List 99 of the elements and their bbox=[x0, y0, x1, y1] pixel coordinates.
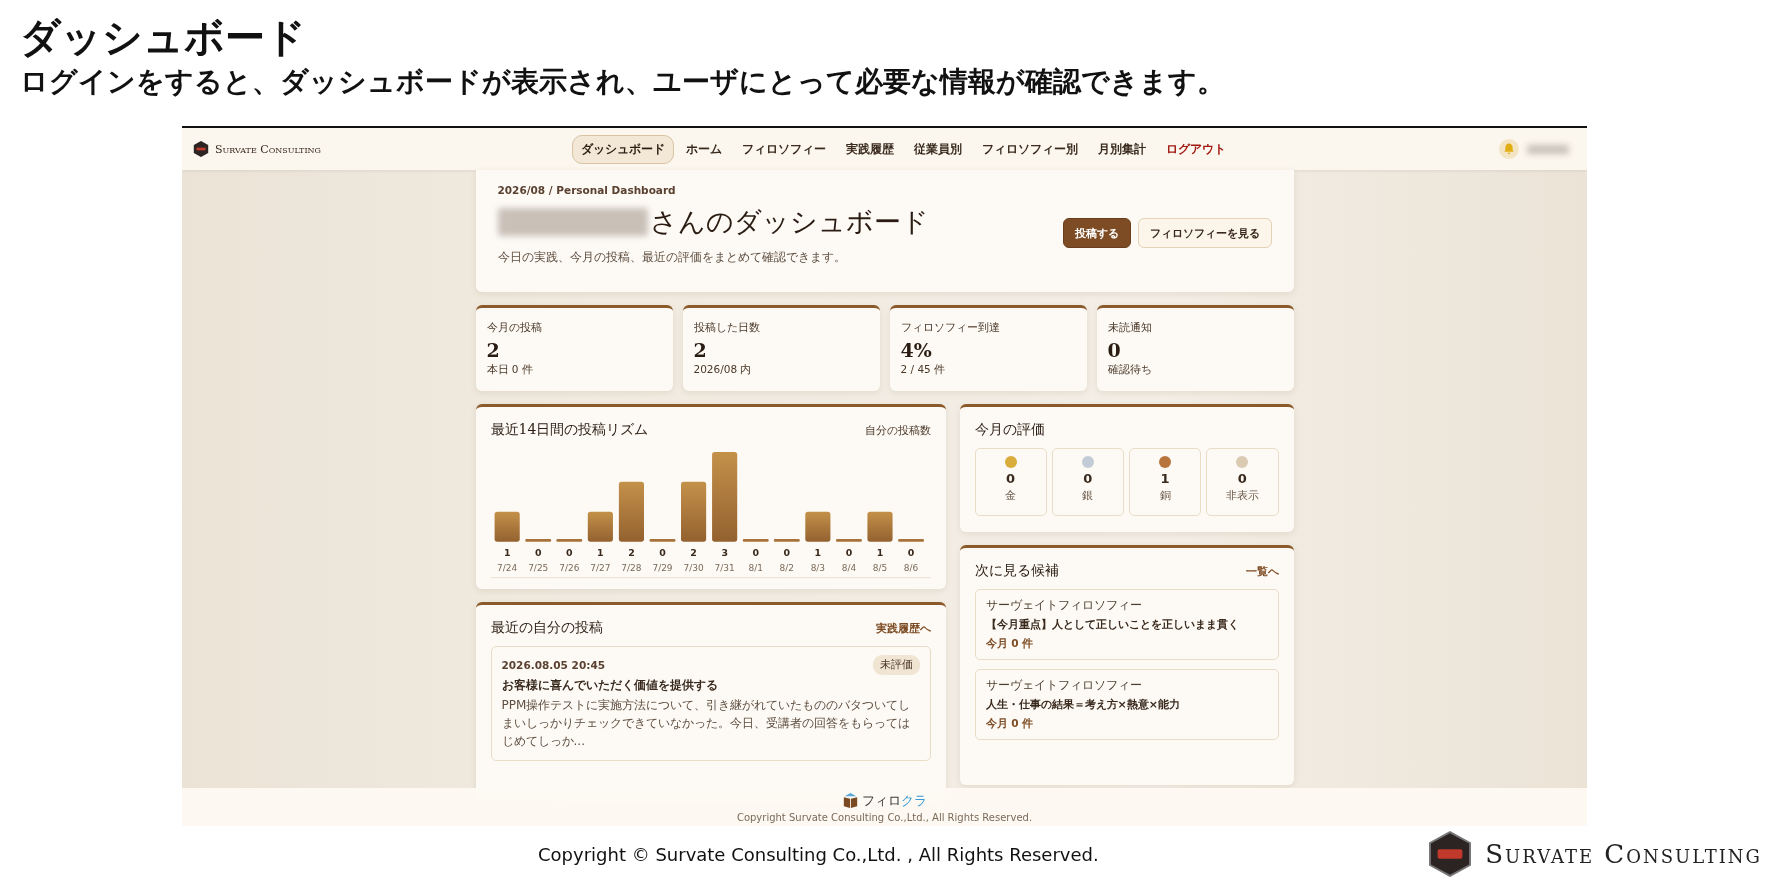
candidate-item[interactable]: サーヴェイトフィロソフィー 人生・仕事の結果＝考え方×熱意×能力 今月 0 件 bbox=[974, 669, 1279, 740]
axis-label: 7/26 bbox=[558, 563, 579, 574]
value-label: 3 bbox=[720, 547, 728, 559]
medal-label: 銀 bbox=[1082, 489, 1094, 503]
hexagon-logo-icon bbox=[1429, 831, 1472, 877]
medal-count: 0 bbox=[1083, 471, 1093, 486]
candidate-title: 【今月重点】人として正しいことを正しいまま貫く bbox=[985, 617, 1240, 633]
bar bbox=[804, 511, 830, 542]
medal-label: 銅 bbox=[1159, 489, 1171, 503]
history-link[interactable]: 実践履歴へ bbox=[875, 620, 931, 636]
post-title: お客様に喜んでいただく価値を提供する bbox=[501, 678, 719, 693]
nav-link[interactable]: 実践履歴 bbox=[838, 135, 902, 163]
list-link[interactable]: 一覧へ bbox=[1245, 563, 1279, 579]
axis-label: 7/25 bbox=[527, 563, 548, 574]
axis-label: 8/2 bbox=[779, 563, 794, 574]
stat-value: 4% bbox=[900, 339, 932, 361]
value-label: 1 bbox=[814, 547, 821, 559]
card-title: 次に見る候補 bbox=[974, 562, 1059, 580]
app-copyright: Copyright Survate Consulting Co.,Ltd., All Rights Reserved. bbox=[736, 811, 1033, 823]
bar bbox=[866, 511, 893, 542]
slide-title: ダッシュボード bbox=[20, 14, 307, 60]
axis-label: 8/1 bbox=[748, 563, 763, 574]
nav-link[interactable]: フィロソフィー bbox=[734, 135, 834, 163]
stat-label: 未読通知 bbox=[1107, 320, 1152, 335]
axis-label: 8/3 bbox=[810, 563, 825, 574]
stat-note: 本日 0 件 bbox=[486, 363, 533, 377]
stat-label: 今月の投稿 bbox=[486, 320, 542, 335]
redacted-user-name bbox=[1527, 144, 1569, 154]
card-title: 最近14日間の投稿リズム bbox=[490, 421, 649, 439]
hexagon-logo-icon bbox=[192, 140, 210, 158]
nav-link[interactable]: フィロソフィー別 bbox=[974, 135, 1086, 163]
status-badge: 未評価 bbox=[872, 655, 920, 675]
axis-label: 8/5 bbox=[872, 563, 887, 574]
value-label: 2 bbox=[689, 547, 697, 559]
value-label: 0 bbox=[751, 547, 759, 559]
medal-count: 1 bbox=[1160, 471, 1170, 486]
axis-label: 7/31 bbox=[714, 563, 735, 574]
stat-value: 2 bbox=[693, 339, 707, 361]
candidate-category: サーヴェイトフィロソフィー bbox=[985, 678, 1143, 693]
bar bbox=[494, 511, 520, 542]
value-label: 0 bbox=[845, 547, 852, 559]
medal-label: 非表示 bbox=[1225, 489, 1259, 503]
axis-label: 7/30 bbox=[683, 563, 704, 574]
medal-count: 0 bbox=[1237, 471, 1247, 486]
candidate-title: 人生・仕事の結果＝考え方×熱意×能力 bbox=[985, 697, 1181, 713]
candidate-item[interactable]: サーヴェイトフィロソフィー 【今月重点】人として正しいことを正しいまま貫く 今月 0 件 bbox=[974, 589, 1279, 660]
value-label: 1 bbox=[596, 547, 604, 559]
post-item[interactable]: 2026.08.05 20:45 未評価 お客様に喜んでいただく価値を提供する PPM操作テストに実施方法について、引き継がれていたもののバタついてしまいしっかりチェックできていなかった。今日、受講者の回答をもらってはじめてしっか... bbox=[490, 646, 931, 761]
nav-link[interactable]: ダッシュボード bbox=[572, 134, 674, 164]
slide-subtitle: ログインをすると、ダッシュボードが表示され、ユーザにとって必要な情報が確認できます。 bbox=[20, 64, 1226, 100]
value-label: 0 bbox=[783, 547, 790, 559]
nav-link[interactable]: 月別集計 bbox=[1090, 135, 1154, 163]
post-date: 2026.08.05 20:45 bbox=[501, 659, 605, 671]
card-title: 最近の自分の投稿 bbox=[490, 619, 603, 637]
action-button[interactable]: フィロソフィーを見る bbox=[1137, 218, 1272, 248]
axis-label: 7/29 bbox=[651, 563, 673, 574]
stat-note: 2 / 45 件 bbox=[900, 363, 946, 377]
candidate-count: 今月 0 件 bbox=[985, 717, 1035, 731]
stat-value: 0 bbox=[1107, 339, 1121, 361]
bar bbox=[680, 481, 706, 542]
stat-note: 2026/08 内 bbox=[693, 363, 752, 377]
medal-count: 0 bbox=[1006, 471, 1016, 486]
value-label: 0 bbox=[565, 547, 573, 559]
eyebrow-text: 2026/08 / Personal Dashboard bbox=[497, 184, 677, 196]
card-title: 今月の評価 bbox=[974, 421, 1046, 439]
medal-label: 金 bbox=[1005, 489, 1017, 503]
value-label: 2 bbox=[627, 547, 635, 559]
value-label: 1 bbox=[876, 547, 883, 559]
brand-name[interactable]: Survate Consulting bbox=[215, 142, 321, 156]
axis-label: 7/28 bbox=[620, 563, 641, 574]
stat-value: 2 bbox=[486, 339, 500, 361]
stat-label: 投稿した日数 bbox=[693, 320, 760, 335]
bar bbox=[587, 511, 613, 542]
chart-legend: 自分の投稿数 bbox=[864, 422, 931, 438]
axis-label: 8/4 bbox=[841, 563, 856, 574]
axis-label: 8/6 bbox=[903, 563, 918, 574]
post-excerpt: PPM操作テストに実施方法について、引き継がれていたもののバタついてしまいしっかりチェックできていなかった。今日、受講者の回答をもらってはじめてしっか... bbox=[501, 697, 912, 750]
stat-label: フィロソフィー到達 bbox=[900, 320, 1000, 335]
value-label: 0 bbox=[534, 547, 541, 559]
page-description: 今日の実践、今月の投稿、最近の評価をまとめて確認できます。 bbox=[497, 249, 847, 266]
page-title: さんのダッシュボード bbox=[649, 205, 929, 239]
candidate-count: 今月 0 件 bbox=[985, 637, 1035, 651]
slide-copyright: Copyright © Survate Consulting Co.,Ltd. , All Rights Reserved. bbox=[538, 843, 1099, 865]
company-logo-text: Survate Consulting bbox=[1485, 839, 1762, 869]
stat-note: 確認待ち bbox=[1107, 363, 1152, 377]
nav-link[interactable]: ホーム bbox=[678, 135, 730, 163]
action-button[interactable]: 投稿する bbox=[1062, 218, 1131, 248]
axis-label: 7/24 bbox=[496, 563, 517, 574]
bar bbox=[618, 481, 644, 542]
nav-link[interactable]: ログアウト bbox=[1158, 135, 1234, 163]
app-logo-text: フィロ クラ bbox=[862, 791, 927, 810]
nav-link[interactable]: 従業員別 bbox=[906, 135, 970, 163]
bell-icon[interactable] bbox=[1499, 139, 1519, 159]
value-label: 0 bbox=[907, 547, 914, 559]
value-label: 0 bbox=[658, 547, 666, 559]
candidate-category: サーヴェイトフィロソフィー bbox=[985, 598, 1143, 613]
book-icon bbox=[842, 793, 859, 808]
value-label: 1 bbox=[503, 547, 510, 559]
axis-label: 7/27 bbox=[589, 563, 610, 574]
